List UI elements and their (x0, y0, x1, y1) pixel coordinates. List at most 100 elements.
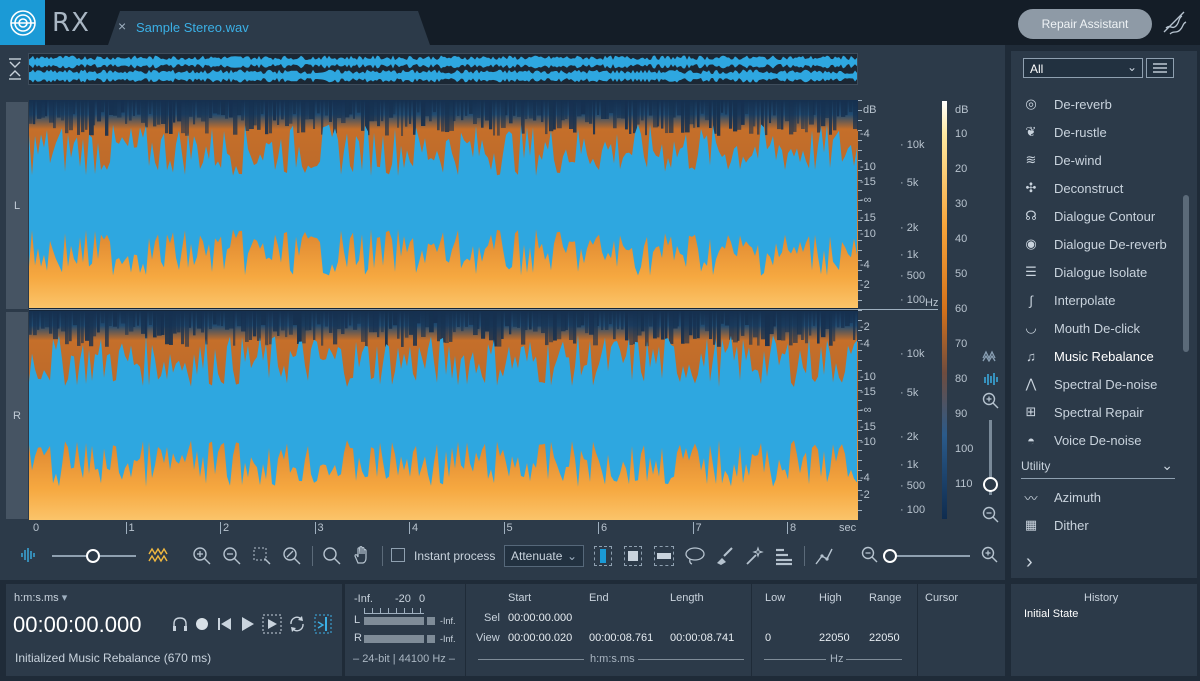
vertical-zoom-out-icon[interactable] (982, 506, 1000, 529)
waveform-icon[interactable] (20, 547, 38, 568)
follow-playhead-icon[interactable] (314, 614, 332, 639)
chevron-down-icon: ⌄ (1161, 457, 1173, 473)
divider-line (638, 659, 744, 660)
spectrogram-icon[interactable] (148, 546, 168, 569)
colorbar-tick: 70 (955, 338, 968, 350)
time-tick: 3 (314, 522, 324, 534)
module-item-dialogue-isolate[interactable]: ☰ Dialogue Isolate (1020, 259, 1180, 285)
module-label: De-reverb (1054, 96, 1112, 112)
module-item-mouth-de-click[interactable]: ◡ Mouth De-click (1020, 315, 1180, 341)
magic-wand-icon[interactable] (744, 546, 764, 571)
magnify-icon[interactable] (322, 546, 342, 571)
vertical-zoom-thumb[interactable] (983, 477, 998, 492)
collapse-overview-icon[interactable] (8, 58, 22, 81)
module-menu-button[interactable] (1146, 58, 1174, 78)
file-tab-title[interactable]: Sample Stereo.wav (136, 20, 249, 35)
module-item-deconstruct[interactable]: ✣ Deconstruct (1020, 175, 1180, 201)
db-tick: -15 (860, 176, 876, 188)
more-modules-arrow-icon[interactable]: › (1026, 551, 1033, 574)
time-unit-label: sec (839, 522, 857, 534)
zoom-fit-icon[interactable] (282, 546, 302, 571)
instant-process-label: Instant process (414, 549, 496, 563)
view-end-field[interactable]: 00:00:08.761 (589, 632, 653, 644)
dialogue-contour-icon: ☊ (1025, 208, 1037, 223)
headphones-icon[interactable] (171, 615, 189, 638)
time-select-icon[interactable] (594, 546, 612, 566)
module-item-spectral-repair[interactable]: ⊞ Spectral Repair (1020, 399, 1180, 425)
horizontal-zoom-thumb[interactable] (883, 549, 897, 563)
module-label: Spectral Repair (1054, 404, 1144, 420)
hz-tick: · 5k (900, 177, 919, 189)
db-tick: -10 (860, 371, 876, 383)
meter-scale-inf: -Inf. (354, 593, 373, 605)
time-ruler[interactable]: 0 1 2 3 4 5 6 7 8 sec (29, 520, 858, 538)
waveform-overview[interactable] (28, 53, 858, 85)
zoom-out-freq-icon[interactable] (861, 546, 879, 569)
zoom-in-freq-icon[interactable] (981, 546, 999, 569)
hand-icon[interactable] (352, 545, 372, 570)
play-icon[interactable] (241, 616, 255, 637)
brush-icon[interactable] (714, 546, 734, 571)
vertical-zoom-in-icon[interactable] (982, 392, 1000, 415)
instant-process-mode-select[interactable]: Attenuate ⌄ (504, 545, 584, 567)
module-item-music-rebalance[interactable]: ♫ Music Rebalance (1020, 343, 1180, 369)
time-freq-select-icon[interactable] (624, 546, 642, 566)
channel-label-left[interactable]: L (6, 102, 28, 309)
meter-ruler (364, 608, 424, 614)
repair-assistant-button[interactable]: Repair Assistant (1018, 9, 1152, 39)
cursor-label: Cursor (925, 592, 959, 604)
module-label: Deconstruct (1054, 180, 1124, 196)
lasso-icon[interactable] (684, 546, 706, 571)
hz-tick: · 500 (900, 270, 926, 282)
module-item-interpolate[interactable]: ∫ Interpolate (1020, 287, 1180, 313)
colorbar-tick: 40 (955, 233, 968, 245)
meter-channel-l: L (354, 614, 361, 626)
zoom-out-icon[interactable] (222, 546, 242, 571)
channel-label-right[interactable]: R (6, 312, 28, 519)
utility-section-header[interactable]: Utility ⌄ (1021, 457, 1175, 479)
selection-unit: h:m:s.ms (590, 653, 635, 665)
spectrogram-view[interactable] (29, 100, 858, 520)
skip-to-start-icon[interactable] (217, 616, 233, 637)
instant-process-checkbox[interactable] (391, 548, 405, 562)
freq-select-icon[interactable] (654, 546, 674, 566)
spectrogram-toggle-icon[interactable] (983, 372, 999, 391)
module-item-dialogue-de-reverb[interactable]: ◉ Dialogue De-reverb (1020, 231, 1180, 257)
divider-line (846, 659, 902, 660)
close-icon[interactable]: × (118, 18, 126, 34)
play-selection-icon[interactable] (262, 614, 282, 639)
loop-icon[interactable] (288, 615, 306, 638)
sel-start-field[interactable]: 00:00:00.000 (508, 612, 572, 624)
signal-chain-icon[interactable] (1160, 8, 1190, 38)
module-item-de-rustle[interactable]: ❦ De-rustle (1020, 119, 1180, 145)
col-high: High (819, 592, 842, 604)
deconstruct-icon: ✣ (1025, 180, 1037, 195)
history-item-initial-state[interactable]: Initial State (1024, 608, 1078, 620)
zoom-in-icon[interactable] (192, 546, 212, 571)
module-item-de-wind[interactable]: ≋ De-wind (1020, 147, 1180, 173)
blend-slider-thumb[interactable] (86, 549, 100, 563)
freq-low-field[interactable]: 0 (765, 632, 771, 644)
freq-high-field[interactable]: 22050 (819, 632, 850, 644)
pencil-icon[interactable] (814, 546, 834, 571)
module-label: Mouth De-click (1054, 320, 1140, 336)
time-format-select[interactable]: h:m:s.ms ▾ (14, 591, 67, 604)
view-start-field[interactable]: 00:00:00.020 (508, 632, 572, 644)
module-item-voice-de-noise[interactable]: ◓ Voice De-noise (1020, 427, 1180, 453)
waveform-toggle-icon[interactable] (982, 348, 998, 367)
module-label: Dialogue Contour (1054, 208, 1156, 224)
module-item-spectral-de-noise[interactable]: ⋀ Spectral De-noise (1020, 371, 1180, 397)
view-length-field[interactable]: 00:00:08.741 (670, 632, 734, 644)
module-item-de-reverb[interactable]: ◎ De-reverb (1020, 91, 1180, 117)
module-list-scrollbar[interactable] (1183, 195, 1189, 352)
module-item-dither[interactable]: ▦ Dither (1020, 512, 1180, 538)
module-item-dialogue-contour[interactable]: ☊ Dialogue Contour (1020, 203, 1180, 229)
module-item-azimuth[interactable]: 〰 Azimuth (1020, 484, 1180, 510)
time-tick: 2 (220, 522, 229, 534)
izotope-logo-icon[interactable] (0, 0, 45, 45)
zoom-selection-icon[interactable] (252, 546, 272, 571)
module-filter-select[interactable]: All ⌄ (1023, 58, 1143, 78)
freq-range-field[interactable]: 22050 (869, 632, 900, 644)
record-button[interactable] (196, 618, 208, 630)
harmonic-select-icon[interactable] (774, 546, 794, 571)
